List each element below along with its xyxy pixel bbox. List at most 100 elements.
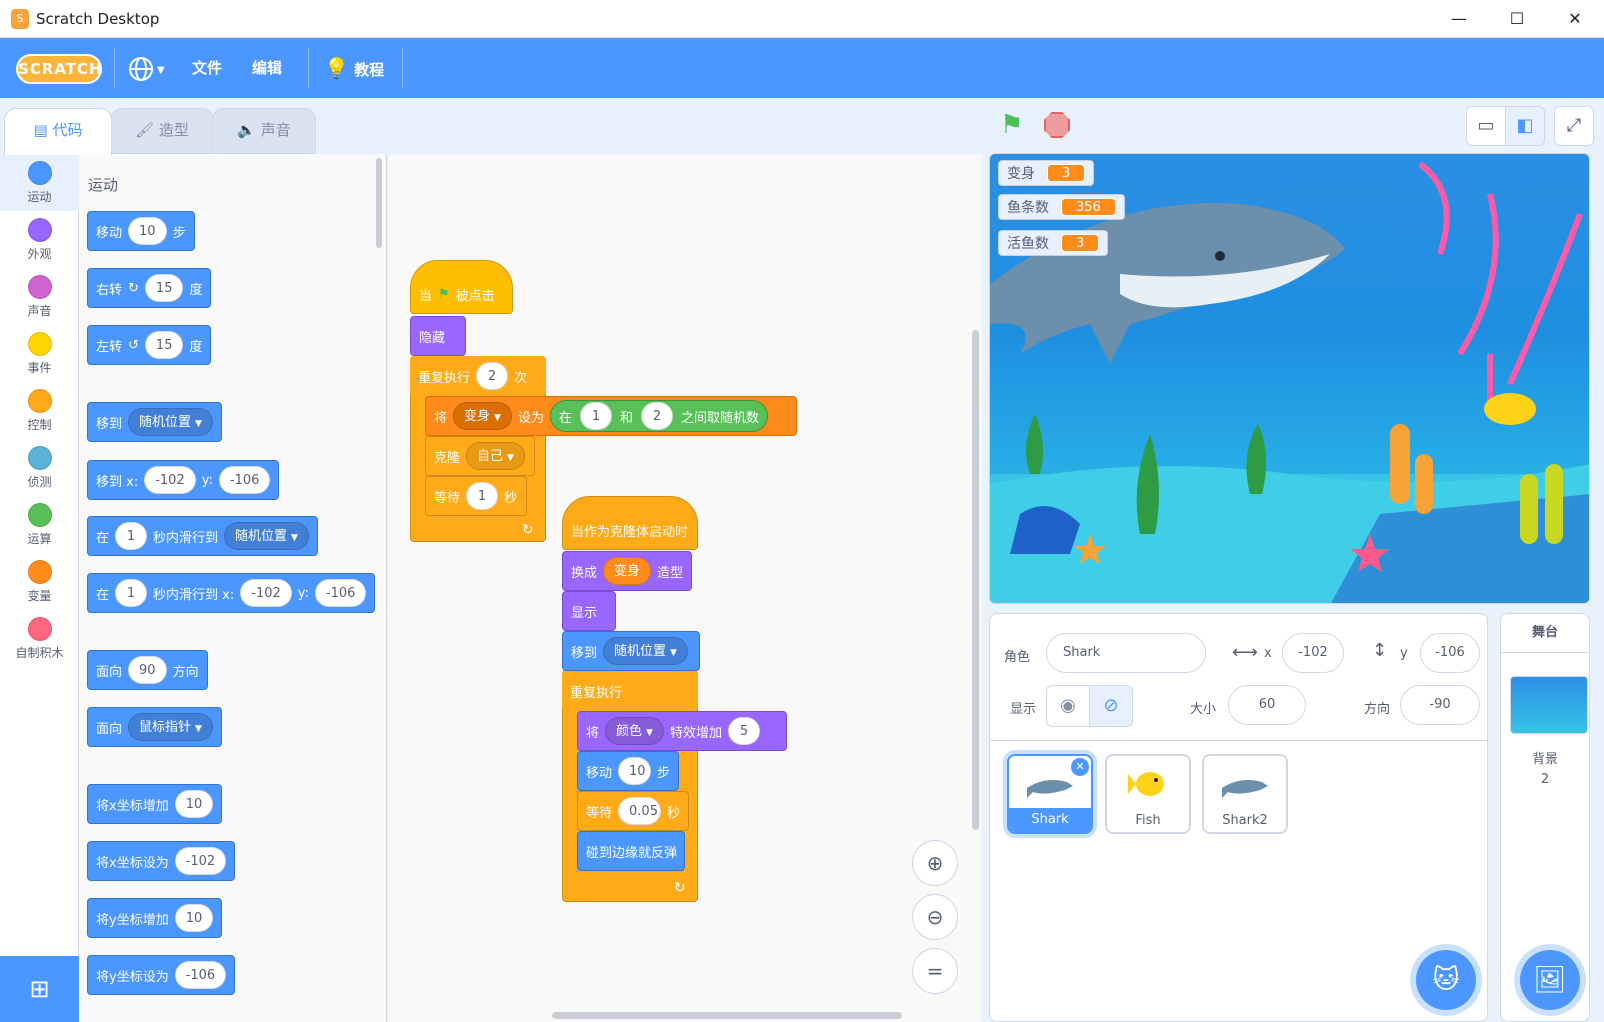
zoom-in-button[interactable]: ⊕	[912, 840, 958, 886]
scratch-logo[interactable]: SCRATCH	[16, 54, 102, 84]
point-towards-block[interactable]: 面向 鼠标指针 ▼	[87, 707, 222, 747]
goto-xy-block[interactable]: 移到 x: -102 y: -106	[87, 460, 280, 500]
secs-input[interactable]: 1	[115, 522, 148, 550]
minimize-button[interactable]: —	[1430, 0, 1488, 38]
fullscreen-button[interactable]: ⤢	[1554, 106, 1594, 146]
sprite-tile-shark2[interactable]: Shark2	[1202, 754, 1288, 834]
show-block[interactable]: 显示	[562, 591, 616, 631]
switch-costume-block[interactable]: 换成 变身 造型	[562, 551, 692, 591]
tab-sounds[interactable]: 🔈 声音	[212, 108, 316, 154]
glide-target-dropdown[interactable]: 随机位置 ▼	[224, 522, 309, 550]
palette-scrollbar[interactable]	[376, 158, 382, 248]
move-steps-block[interactable]: 移动 10 步	[577, 751, 679, 791]
file-menu[interactable]: 文件	[192, 38, 222, 98]
show-sprite-button[interactable]: ◉	[1046, 685, 1090, 727]
wait-secs-input[interactable]: 1	[466, 482, 499, 510]
x-input[interactable]: -102	[174, 847, 227, 875]
when-flag-clicked-block[interactable]: 当 ⚑ 被点击	[410, 260, 513, 314]
steps-input[interactable]: 10	[128, 217, 167, 245]
random-to-input[interactable]: 2	[641, 402, 673, 430]
direction-input[interactable]: -90	[1400, 685, 1480, 725]
edit-menu[interactable]: 编辑	[252, 38, 282, 98]
hide-sprite-button[interactable]: ⊘	[1089, 685, 1133, 727]
change-x-block[interactable]: 将x坐标增加 10	[87, 784, 223, 824]
variable-reporter[interactable]: 变身	[603, 557, 652, 585]
sprite-tile-shark[interactable]: ✕ Shark	[1007, 754, 1093, 834]
y-input[interactable]: -106	[314, 579, 367, 607]
category-item[interactable]: 自制积木	[0, 610, 79, 667]
tab-code[interactable]: ▤ 代码	[4, 108, 112, 155]
workspace-horizontal-scrollbar[interactable]	[552, 1012, 902, 1019]
repeat-block[interactable]: 重复执行 2 次	[410, 356, 546, 396]
size-input[interactable]: 60	[1228, 685, 1306, 725]
glide-xy-block[interactable]: 在 1 秒内滑行到 x: -102 y: -106	[87, 573, 376, 613]
set-y-block[interactable]: 将y坐标设为 -106	[87, 955, 236, 995]
change-y-block[interactable]: 将y坐标增加 10	[87, 898, 223, 938]
repeat-count-input[interactable]: 2	[476, 362, 509, 390]
language-menu[interactable]: ▼	[128, 38, 165, 98]
hide-block[interactable]: 隐藏	[410, 316, 466, 356]
forever-block[interactable]: 重复执行	[562, 671, 698, 711]
close-button[interactable]: ✕	[1546, 0, 1604, 38]
add-extension-button[interactable]: ⊞	[0, 956, 79, 1022]
change-effect-block[interactable]: 将颜色 ▼ 特效增加 5	[577, 711, 787, 751]
delete-sprite-button[interactable]: ✕	[1071, 758, 1089, 776]
category-item[interactable]: 声音	[0, 268, 79, 325]
secs-input[interactable]: 1	[115, 579, 148, 607]
green-flag-button[interactable]: ⚑	[1000, 110, 1023, 140]
zoom-out-button[interactable]: ⊖	[912, 894, 958, 940]
goto-target-dropdown[interactable]: 随机位置 ▼	[128, 408, 213, 436]
tab-costumes[interactable]: 🖌 造型	[110, 108, 214, 154]
tutorials-menu[interactable]: 💡 教程	[324, 38, 384, 98]
x-position-input[interactable]: -102	[1282, 633, 1344, 673]
x-input[interactable]: -102	[144, 466, 196, 494]
degrees-input[interactable]: 15	[144, 274, 184, 302]
goto-block[interactable]: 移到 随机位置 ▼	[562, 631, 700, 671]
category-item[interactable]: 控制	[0, 382, 79, 439]
maximize-button[interactable]: ☐	[1488, 0, 1546, 38]
monitor-live-fish[interactable]: 活鱼数 3	[998, 230, 1109, 256]
y-input[interactable]: -106	[174, 961, 227, 989]
add-backdrop-button[interactable]: 🖼	[1520, 950, 1580, 1010]
wait-block[interactable]: 等待 0.05 秒	[577, 791, 689, 831]
stage-canvas[interactable]: 变身 3 鱼条数 356 活鱼数 3	[989, 153, 1590, 604]
variable-dropdown[interactable]: 变身 ▼	[453, 402, 512, 430]
dx-input[interactable]: 10	[174, 790, 214, 818]
direction-input[interactable]: 90	[128, 656, 167, 684]
sprite-name-input[interactable]: Shark	[1046, 633, 1206, 673]
y-position-input[interactable]: -106	[1420, 633, 1480, 673]
effect-dropdown[interactable]: 颜色 ▼	[605, 717, 664, 745]
glide-block[interactable]: 在 1 秒内滑行到 随机位置 ▼	[87, 516, 318, 556]
large-stage-button[interactable]: ◧	[1505, 106, 1545, 146]
category-item[interactable]: 事件	[0, 325, 79, 382]
monitor-fish-count[interactable]: 鱼条数 356	[998, 194, 1125, 220]
set-x-block[interactable]: 将x坐标设为 -102	[87, 841, 236, 881]
dy-input[interactable]: 10	[174, 904, 214, 932]
monitor-transform[interactable]: 变身 3	[998, 160, 1095, 186]
when-start-as-clone-block[interactable]: 当作为克隆体启动时	[562, 496, 698, 550]
backdrop-thumbnail[interactable]	[1510, 676, 1588, 734]
category-item[interactable]: 运动	[0, 154, 79, 211]
stop-button[interactable]	[1044, 112, 1070, 138]
workspace-vertical-scrollbar[interactable]	[972, 330, 979, 830]
wait-block[interactable]: 等待 1 秒	[425, 476, 527, 516]
clone-target-dropdown[interactable]: 自己 ▼	[466, 442, 525, 470]
create-clone-block[interactable]: 克隆 自己 ▼	[425, 436, 535, 476]
goto-block[interactable]: 移到 随机位置 ▼	[87, 402, 222, 442]
small-stage-button[interactable]: ▭	[1466, 106, 1506, 146]
goto-target-dropdown[interactable]: 随机位置 ▼	[603, 637, 688, 665]
towards-dropdown[interactable]: 鼠标指针 ▼	[128, 713, 213, 741]
x-input[interactable]: -102	[240, 579, 292, 607]
category-item[interactable]: 变量	[0, 553, 79, 610]
turn-left-block[interactable]: 左转 ↺ 15 度	[87, 325, 212, 365]
turn-right-block[interactable]: 右转 ↻ 15 度	[87, 268, 212, 308]
category-item[interactable]: 外观	[0, 211, 79, 268]
move-steps-block[interactable]: 移动 10 步	[87, 211, 195, 251]
wait-secs-input[interactable]: 0.05	[618, 797, 661, 825]
category-item[interactable]: 运算	[0, 496, 79, 553]
random-from-input[interactable]: 1	[579, 402, 612, 430]
bounce-on-edge-block[interactable]: 碰到边缘就反弹	[577, 831, 685, 871]
steps-input[interactable]: 10	[618, 757, 651, 785]
degrees-input[interactable]: 15	[144, 331, 184, 359]
category-item[interactable]: 侦测	[0, 439, 79, 496]
